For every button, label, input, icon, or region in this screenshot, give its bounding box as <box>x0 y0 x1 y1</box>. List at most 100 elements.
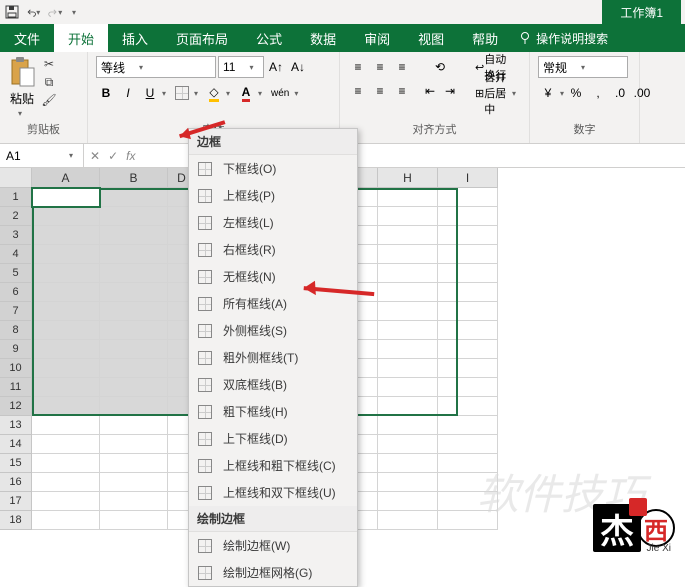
cell[interactable] <box>100 226 168 245</box>
save-icon[interactable] <box>4 4 20 20</box>
menu-border-top-bottom[interactable]: 上下框线(D) <box>189 425 357 452</box>
merge-center-button[interactable]: ⊞ 合并后居中 ▾ <box>470 82 521 104</box>
menu-border-all[interactable]: 所有框线(A) <box>189 290 357 317</box>
cell[interactable] <box>100 264 168 283</box>
redo-icon[interactable]: ▾ <box>48 4 64 20</box>
cell[interactable] <box>100 416 168 435</box>
cell[interactable] <box>378 245 438 264</box>
align-left-icon[interactable]: ≡ <box>348 80 368 102</box>
cell[interactable] <box>438 435 498 454</box>
cell[interactable] <box>32 302 100 321</box>
cell[interactable] <box>378 340 438 359</box>
row-header-6[interactable]: 6 <box>0 283 32 302</box>
cell[interactable] <box>32 188 100 207</box>
menu-border-bottom[interactable]: 下框线(O) <box>189 155 357 182</box>
cell[interactable] <box>378 359 438 378</box>
cell[interactable] <box>378 207 438 226</box>
row-header-10[interactable]: 10 <box>0 359 32 378</box>
menu-border-double-bottom[interactable]: 双底框线(B) <box>189 371 357 398</box>
cell[interactable] <box>100 435 168 454</box>
row-header-3[interactable]: 3 <box>0 226 32 245</box>
cell[interactable] <box>32 397 100 416</box>
cell[interactable] <box>100 359 168 378</box>
fx-icon[interactable]: fx <box>126 149 135 163</box>
menu-border-none[interactable]: 无框线(N) <box>189 263 357 290</box>
cell[interactable] <box>378 302 438 321</box>
cell[interactable] <box>32 207 100 226</box>
tab-home[interactable]: 开始 <box>54 24 108 52</box>
tab-review[interactable]: 审阅 <box>350 24 404 52</box>
row-header-8[interactable]: 8 <box>0 321 32 340</box>
cell[interactable] <box>100 283 168 302</box>
tab-layout[interactable]: 页面布局 <box>162 24 242 52</box>
paste-button[interactable]: 粘贴 ▾ <box>8 56 36 118</box>
cell[interactable] <box>378 283 438 302</box>
comma-icon[interactable]: , <box>588 82 608 104</box>
cell[interactable] <box>32 492 100 511</box>
cell[interactable] <box>100 511 168 530</box>
phonetic-button[interactable]: wén <box>268 82 292 104</box>
currency-icon[interactable]: ¥ <box>538 82 558 104</box>
cell[interactable] <box>32 245 100 264</box>
cell[interactable] <box>378 397 438 416</box>
border-button[interactable] <box>172 82 192 104</box>
enter-formula-icon[interactable]: ✓ <box>108 149 118 163</box>
cell[interactable] <box>378 416 438 435</box>
cell[interactable] <box>100 397 168 416</box>
cell[interactable] <box>378 264 438 283</box>
menu-border-right[interactable]: 右框线(R) <box>189 236 357 263</box>
decrease-font-icon[interactable]: A↓ <box>288 56 308 78</box>
cell[interactable] <box>438 207 498 226</box>
cell[interactable] <box>32 283 100 302</box>
row-header-9[interactable]: 9 <box>0 340 32 359</box>
format-painter-icon[interactable]: 🖌 <box>40 92 58 108</box>
cell[interactable] <box>32 340 100 359</box>
cell[interactable] <box>100 454 168 473</box>
cell[interactable] <box>438 359 498 378</box>
tab-data[interactable]: 数据 <box>296 24 350 52</box>
tab-help[interactable]: 帮助 <box>458 24 512 52</box>
cut-icon[interactable]: ✂ <box>40 56 58 72</box>
cell[interactable] <box>438 264 498 283</box>
cell[interactable] <box>438 302 498 321</box>
menu-draw-border[interactable]: 绘制边框(W) <box>189 532 357 559</box>
italic-button[interactable]: I <box>118 82 138 104</box>
increase-font-icon[interactable]: A↑ <box>266 56 286 78</box>
cell[interactable] <box>100 321 168 340</box>
cell[interactable] <box>100 207 168 226</box>
cancel-formula-icon[interactable]: ✕ <box>90 149 100 163</box>
bold-button[interactable]: B <box>96 82 116 104</box>
cell[interactable] <box>100 302 168 321</box>
cell[interactable] <box>32 473 100 492</box>
fill-color-icon[interactable]: ◇ <box>204 82 224 104</box>
cell[interactable] <box>438 283 498 302</box>
increase-indent-icon[interactable]: ⇥ <box>440 80 460 102</box>
align-bottom-icon[interactable]: ≡ <box>392 56 412 78</box>
cell[interactable] <box>378 492 438 511</box>
cell[interactable] <box>438 245 498 264</box>
row-header-4[interactable]: 4 <box>0 245 32 264</box>
qat-customize-icon[interactable]: ▾ <box>70 4 78 20</box>
cell[interactable] <box>378 435 438 454</box>
decrease-decimal-icon[interactable]: .00 <box>632 82 652 104</box>
col-header-B[interactable]: B <box>100 168 168 188</box>
menu-border-thick-bottom[interactable]: 粗下框线(H) <box>189 398 357 425</box>
cell[interactable] <box>100 492 168 511</box>
cell[interactable] <box>378 226 438 245</box>
cell[interactable] <box>438 340 498 359</box>
percent-icon[interactable]: % <box>566 82 586 104</box>
col-header-A[interactable]: A <box>32 168 100 188</box>
row-header-5[interactable]: 5 <box>0 264 32 283</box>
cell[interactable] <box>378 454 438 473</box>
menu-border-top[interactable]: 上框线(P) <box>189 182 357 209</box>
cell[interactable] <box>100 473 168 492</box>
row-header-16[interactable]: 16 <box>0 473 32 492</box>
row-header-11[interactable]: 11 <box>0 378 32 397</box>
cell[interactable] <box>32 378 100 397</box>
underline-button[interactable]: U <box>140 82 160 104</box>
menu-border-thick-outside[interactable]: 粗外侧框线(T) <box>189 344 357 371</box>
name-box[interactable]: A1▾ <box>0 144 84 167</box>
row-header-12[interactable]: 12 <box>0 397 32 416</box>
row-header-7[interactable]: 7 <box>0 302 32 321</box>
row-header-1[interactable]: 1 <box>0 188 32 207</box>
